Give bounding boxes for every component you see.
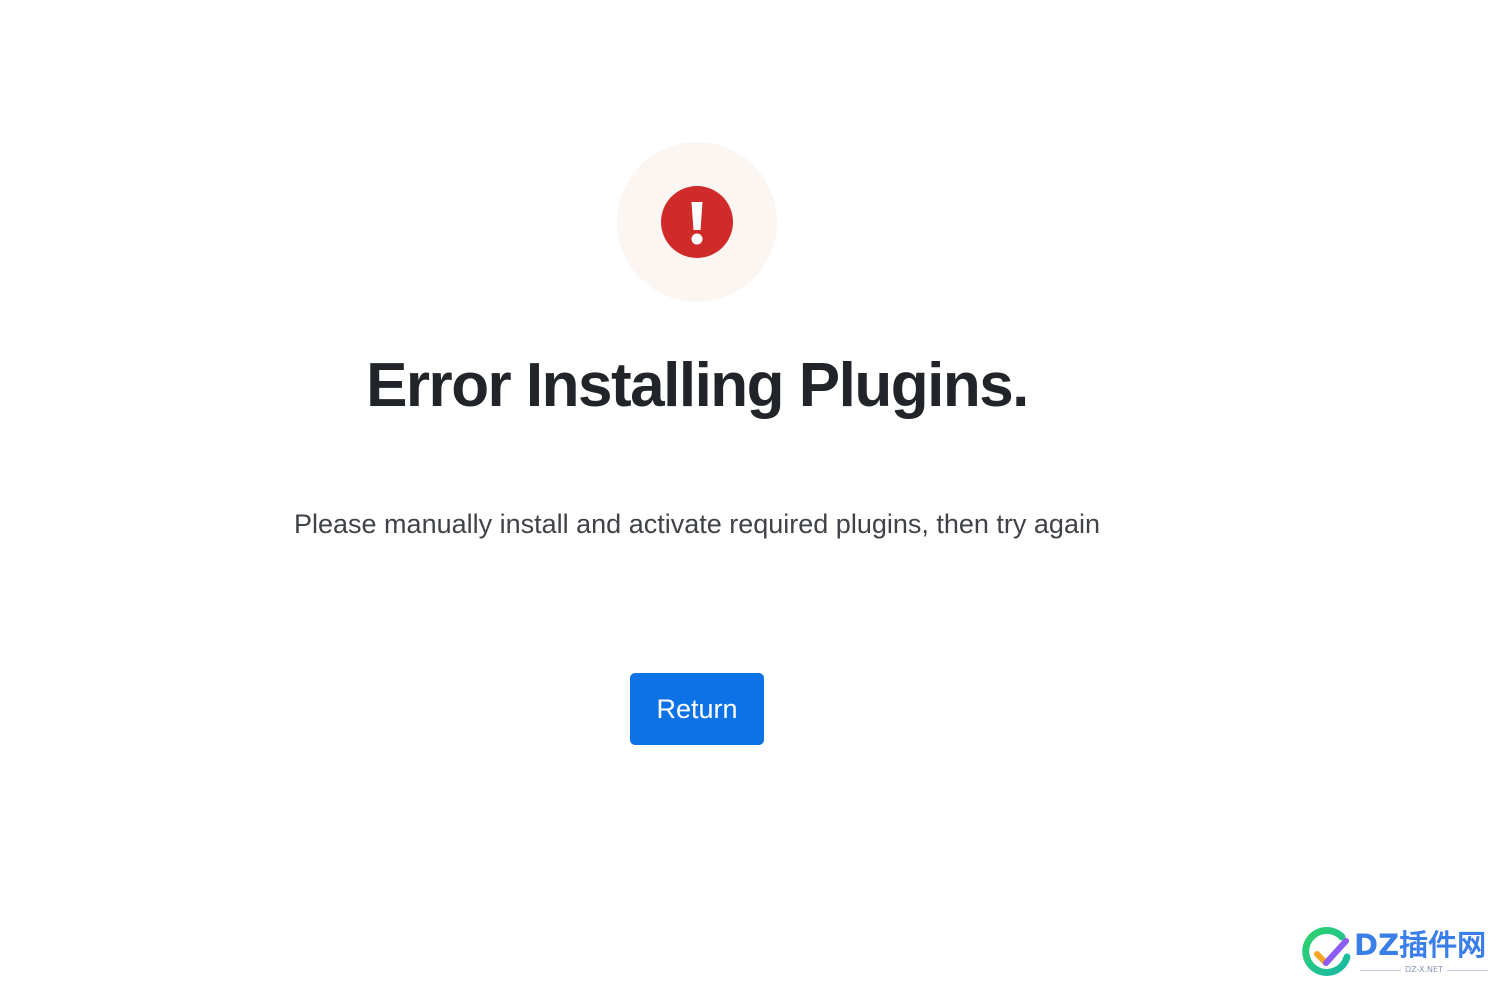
watermark-subtext-label: DZ-X.NET — [1405, 965, 1443, 974]
watermark: DZ插件网 DZ-X.NET — [1302, 925, 1492, 981]
exclamation-circle-icon — [661, 186, 733, 258]
watermark-logo-icon — [1302, 927, 1351, 976]
error-page: Error Installing Plugins. Please manuall… — [0, 0, 1504, 994]
return-button[interactable]: Return — [630, 673, 764, 745]
watermark-text: DZ插件网 — [1354, 928, 1487, 962]
error-title: Error Installing Plugins. — [366, 351, 1029, 420]
watermark-subtext: DZ-X.NET — [1360, 965, 1488, 975]
error-message: Please manually install and activate req… — [294, 509, 1100, 539]
